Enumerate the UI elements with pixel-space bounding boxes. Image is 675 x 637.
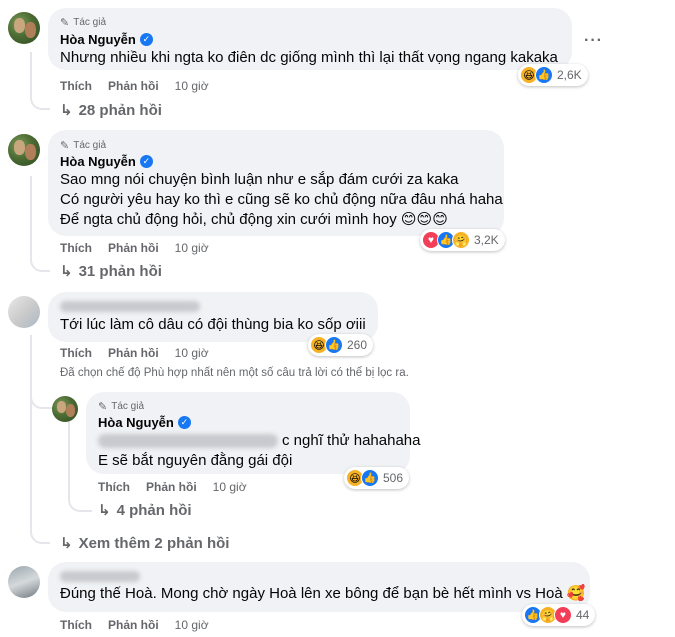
comment-time[interactable]: 10 giờ: [175, 79, 209, 93]
reactions-summary[interactable]: 👍 🤗 ♥ 44: [522, 604, 596, 626]
author-tag: ✎ Tác giả: [60, 17, 107, 29]
like-button[interactable]: Thích: [60, 618, 92, 632]
verified-badge-icon: ✓: [139, 155, 153, 168]
pen-icon: ✎: [98, 401, 108, 413]
comment-text: Đúng thế Hoà. Mong chờ ngày Hoà lên xe b…: [60, 585, 586, 602]
like-button[interactable]: Thích: [98, 480, 130, 494]
reactions-summary[interactable]: 😆 👍 506: [344, 467, 410, 489]
view-replies-link[interactable]: ↳ 4 phản hồi: [98, 501, 192, 520]
like-reaction-icon: 👍: [361, 469, 379, 487]
comment-actions: Thích Phản hồi 10 giờ: [60, 618, 209, 632]
comment-text: Có người yêu hay ko thì e cũng sẽ ko chủ…: [60, 191, 503, 208]
thread-line: [68, 420, 70, 500]
comment-author-name[interactable]: Hòa Nguyễn ✓: [60, 32, 153, 47]
thread-line: [30, 176, 32, 261]
comment-actions: Thích Phản hồi 10 giờ: [98, 480, 247, 494]
comment-text: c nghĩ thử hahahaha: [98, 431, 421, 451]
comment-text: Nhưng nhiều khi ngta ko điên dc giống mì…: [60, 49, 558, 66]
view-replies-link[interactable]: ↳ 28 phản hồi: [60, 101, 162, 120]
comment-text: Để ngta chủ động hỏi, chủ động xin cưới …: [60, 211, 448, 228]
comment-time[interactable]: 10 giờ: [175, 618, 209, 632]
care-reaction-icon: 🤗: [452, 231, 470, 249]
author-tag: ✎ Tác giả: [98, 401, 145, 413]
thread-curve: [68, 490, 92, 512]
comment-text: Tới lúc làm cô dâu có đội thùng bia ko s…: [60, 316, 366, 333]
see-more-replies-link[interactable]: ↳ Xem thêm 2 phản hồi: [60, 534, 229, 553]
reactions-summary[interactable]: 😆 👍 260: [308, 334, 374, 356]
reply-button[interactable]: Phản hồi: [108, 346, 159, 360]
filter-note: Đã chọn chế độ Phù hợp nhất nên một số c…: [60, 367, 409, 379]
reply-button[interactable]: Phản hồi: [108, 79, 159, 93]
comment-text: Sao mng nói chuyện bình luận như e sắp đ…: [60, 171, 459, 188]
comment-time[interactable]: 10 giờ: [175, 241, 209, 255]
more-dots-icon[interactable]: ···: [584, 32, 603, 50]
verified-badge-icon: ✓: [177, 416, 191, 429]
thread-curve: [30, 250, 50, 272]
like-reaction-icon: 👍: [535, 66, 553, 84]
blurred-mention: [98, 434, 278, 449]
comment-actions: Thích Phản hồi 10 giờ: [60, 241, 209, 255]
comment-actions: Thích Phản hồi 10 giờ: [60, 79, 209, 93]
love-reaction-icon: ♥: [554, 606, 572, 624]
avatar[interactable]: [8, 12, 40, 44]
comment-author-name[interactable]: Hòa Nguyễn ✓: [98, 415, 191, 430]
reply-arrow-icon: ↳: [60, 535, 73, 552]
like-button[interactable]: Thích: [60, 79, 92, 93]
reactions-summary[interactable]: 😆 👍 2,6K: [518, 64, 588, 86]
avatar[interactable]: [8, 134, 40, 166]
thread-curve: [30, 86, 50, 110]
reply-arrow-icon: ↳: [98, 502, 111, 519]
comment-actions: Thích Phản hồi 10 giờ: [60, 346, 209, 360]
comment-time[interactable]: 10 giờ: [175, 346, 209, 360]
blurred-author-name: [60, 571, 140, 582]
reply-button[interactable]: Phản hồi: [108, 241, 159, 255]
reply-button[interactable]: Phản hồi: [146, 480, 197, 494]
avatar[interactable]: [8, 566, 40, 598]
like-button[interactable]: Thích: [60, 241, 92, 255]
comment-author-name[interactable]: Hòa Nguyễn ✓: [60, 154, 153, 169]
blurred-author-name: [60, 301, 200, 312]
view-replies-link[interactable]: ↳ 31 phản hồi: [60, 262, 162, 281]
pen-icon: ✎: [60, 17, 70, 29]
author-tag: ✎ Tác giả: [60, 140, 107, 152]
avatar[interactable]: [52, 396, 78, 422]
reactions-summary[interactable]: ♥ 👍 🤗 3,2K: [420, 229, 505, 251]
reply-arrow-icon: ↳: [60, 102, 73, 119]
thread-line: [30, 335, 32, 533]
comment-time[interactable]: 10 giờ: [213, 480, 247, 494]
pen-icon: ✎: [60, 140, 70, 152]
avatar[interactable]: [8, 296, 40, 328]
verified-badge-icon: ✓: [139, 33, 153, 46]
like-button[interactable]: Thích: [60, 346, 92, 360]
like-reaction-icon: 👍: [325, 336, 343, 354]
thread-curve: [30, 520, 50, 544]
comment-text: E sẽ bắt nguyên đằng gái đội: [98, 452, 293, 469]
reply-button[interactable]: Phản hồi: [108, 618, 159, 632]
reply-arrow-icon: ↳: [60, 263, 73, 280]
